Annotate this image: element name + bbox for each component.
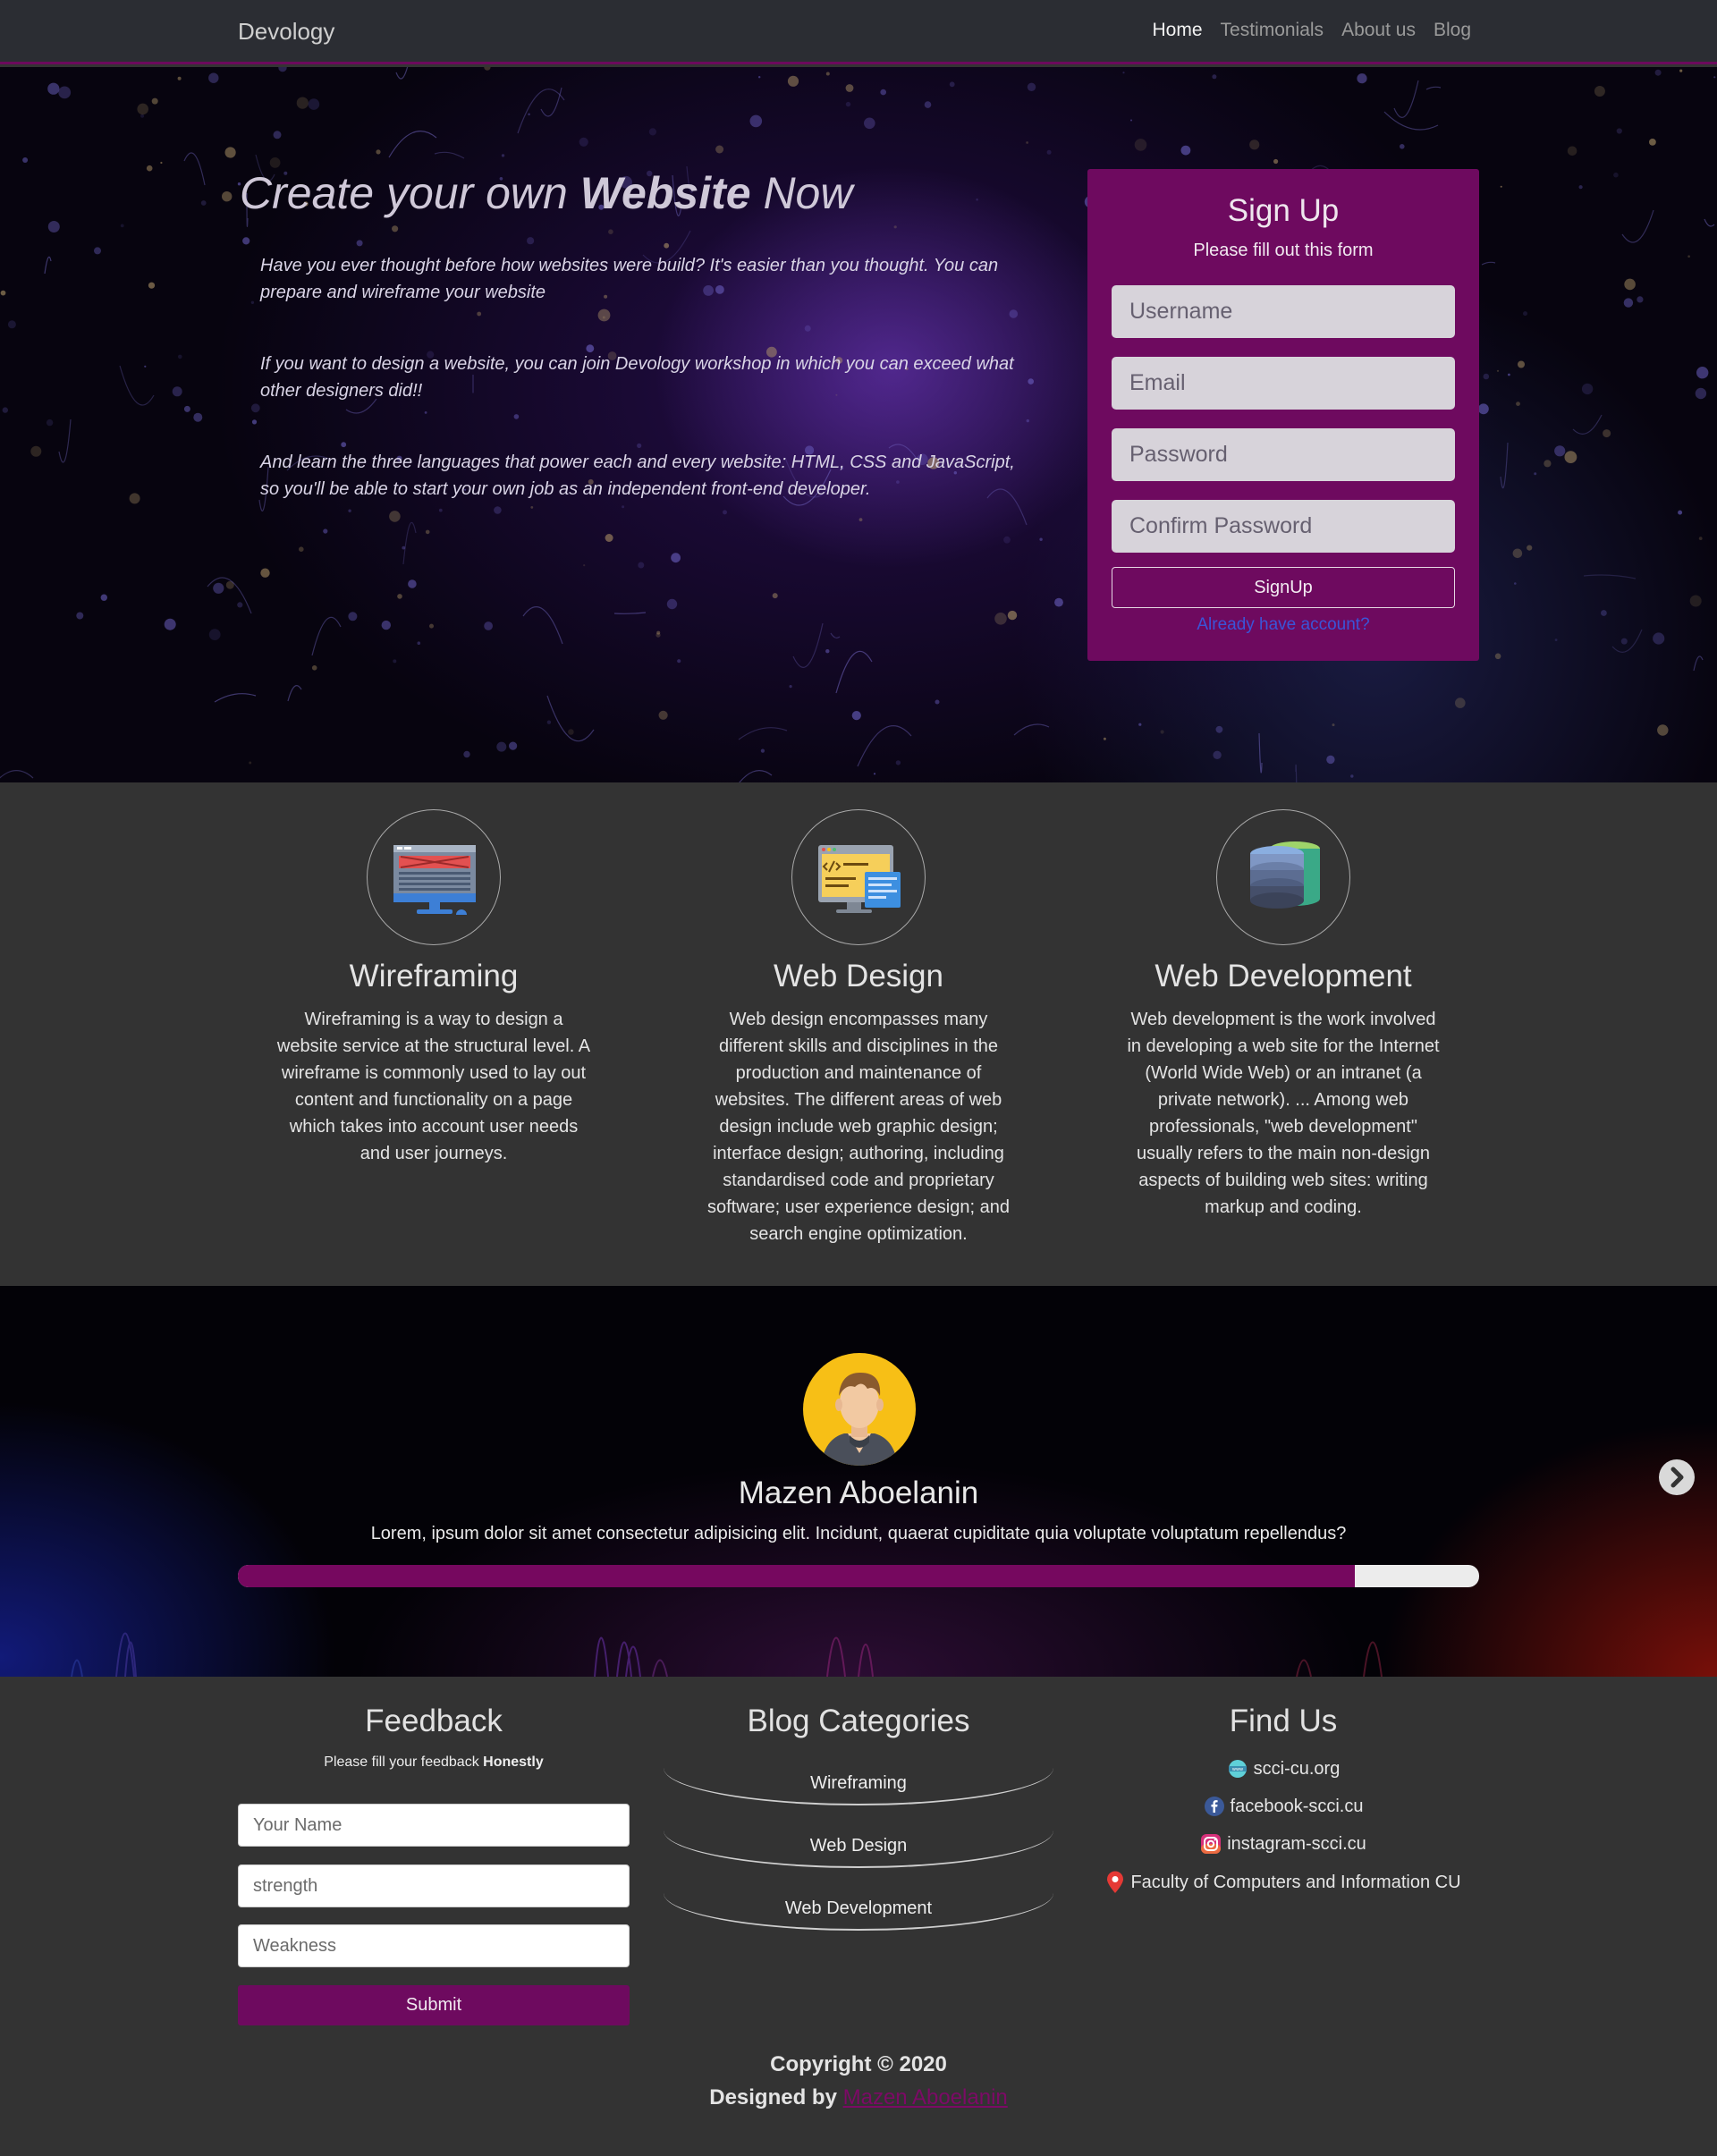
signup-subtitle: Please fill out this form bbox=[1193, 241, 1374, 260]
nav-links: Home Testimonials About us Blog bbox=[1152, 20, 1471, 41]
chevron-right-icon bbox=[1670, 1467, 1684, 1488]
find-us-title: Find Us bbox=[1229, 1704, 1338, 1738]
nav-testimonials[interactable]: Testimonials bbox=[1221, 20, 1324, 41]
email-input[interactable] bbox=[1112, 357, 1455, 410]
nav-home[interactable]: Home bbox=[1152, 20, 1202, 41]
progress-fill bbox=[238, 1565, 1356, 1587]
features-section: Wireframing Wireframing is a way to desi… bbox=[0, 782, 1717, 1286]
database-icon bbox=[1250, 841, 1320, 909]
instagram-text: instagram-scci.cu bbox=[1227, 1833, 1366, 1854]
person-avatar-icon bbox=[821, 1373, 898, 1466]
feedback-name-input[interactable] bbox=[238, 1804, 630, 1847]
hero-section: Create your own Website Now Have you eve… bbox=[0, 67, 1717, 782]
nav-about-us[interactable]: About us bbox=[1341, 20, 1416, 41]
wireframe-monitor-icon bbox=[393, 845, 476, 915]
feature-title: Web Development bbox=[1155, 959, 1412, 993]
feature-title: Web Design bbox=[773, 959, 943, 993]
feature-text: Wireframing is a way to design a website… bbox=[276, 1010, 591, 1163]
facebook-text: facebook-scci.cu bbox=[1230, 1796, 1364, 1816]
feedback-title: Feedback bbox=[365, 1704, 503, 1738]
hero-paragraph-2: If you want to design a website, you can… bbox=[260, 354, 1014, 401]
hero-paragraph-1: Have you ever thought before how website… bbox=[260, 256, 999, 302]
designer-link[interactable]: Mazen Aboelanin bbox=[843, 2085, 1008, 2109]
testimonial-name: Mazen Aboelanin bbox=[738, 1475, 979, 1510]
instagram-link-row[interactable]: instagram-scci.cu bbox=[1055, 1833, 1511, 1855]
feature-icon-circle bbox=[791, 809, 926, 945]
feedback-strength-input[interactable] bbox=[238, 1864, 630, 1907]
navbar: Devology Home Testimonials About us Blog bbox=[0, 0, 1717, 64]
confirm-password-input[interactable] bbox=[1112, 500, 1455, 553]
testimonial-progress-bar bbox=[238, 1565, 1479, 1587]
copyright-text: Copyright © 2020 bbox=[770, 2052, 947, 2076]
signup-title: Sign Up bbox=[1227, 193, 1340, 228]
hero-title: Create your own Website Now bbox=[240, 168, 853, 218]
location-pin-icon bbox=[1107, 1871, 1124, 1893]
password-input[interactable] bbox=[1112, 428, 1455, 481]
footer: Feedback Please fill your feedback Hones… bbox=[0, 1677, 1717, 2156]
feedback-weakness-input[interactable] bbox=[238, 1924, 630, 1967]
website-text: scci-cu.org bbox=[1253, 1758, 1341, 1779]
designed-by-line: Designed by Mazen Aboelanin bbox=[709, 2085, 1008, 2109]
feature-text: Web design encompasses many different sk… bbox=[707, 1010, 1010, 1244]
feature-icon-circle bbox=[1216, 809, 1350, 945]
signup-button[interactable]: SignUp bbox=[1112, 567, 1455, 608]
blog-category-web-design[interactable]: Web Design bbox=[664, 1830, 1053, 1868]
blog-categories-title: Blog Categories bbox=[747, 1704, 970, 1738]
facebook-link-row[interactable]: facebook-scci.cu bbox=[1055, 1796, 1511, 1817]
signup-form: Sign Up Please fill out this form SignUp… bbox=[1087, 169, 1479, 661]
login-link[interactable]: Already have account? bbox=[1087, 615, 1479, 635]
facebook-icon bbox=[1204, 1797, 1224, 1816]
code-monitor-icon bbox=[818, 845, 901, 913]
feature-text: Web development is the work involved in … bbox=[1127, 1010, 1440, 1217]
testimonial-text: Lorem, ipsum dolor sit amet consectetur … bbox=[370, 1524, 1347, 1543]
next-testimonial-button[interactable] bbox=[1659, 1459, 1695, 1495]
testimonial-section: Mazen Aboelanin Lorem, ipsum dolor sit a… bbox=[0, 1286, 1717, 1677]
copyright: Copyright © 2020 Designed by Mazen Aboel… bbox=[0, 2048, 1717, 2114]
globe-icon: www bbox=[1228, 1760, 1247, 1778]
svg-text:www: www bbox=[1232, 1767, 1243, 1772]
location-text: Faculty of Computers and Information CU bbox=[1130, 1872, 1461, 1892]
avatar bbox=[803, 1353, 916, 1466]
blog-category-web-development[interactable]: Web Development bbox=[664, 1893, 1053, 1931]
feature-icon-circle bbox=[367, 809, 501, 945]
website-link-row[interactable]: www scci-cu.org bbox=[1055, 1758, 1511, 1780]
feedback-submit-button[interactable]: Submit bbox=[238, 1985, 630, 2025]
blog-category-wireframing[interactable]: Wireframing bbox=[664, 1768, 1053, 1805]
username-input[interactable] bbox=[1112, 285, 1455, 338]
feedback-subtitle: Please fill your feedback Honestly bbox=[324, 1754, 544, 1770]
nav-blog[interactable]: Blog bbox=[1434, 20, 1471, 41]
feature-title: Wireframing bbox=[349, 959, 519, 993]
brand-logo[interactable]: Devology bbox=[238, 18, 334, 46]
location-row[interactable]: Faculty of Computers and Information CU bbox=[1055, 1871, 1511, 1894]
instagram-icon bbox=[1201, 1834, 1222, 1854]
hero-paragraph-3: And learn the three languages that power… bbox=[260, 452, 1015, 499]
